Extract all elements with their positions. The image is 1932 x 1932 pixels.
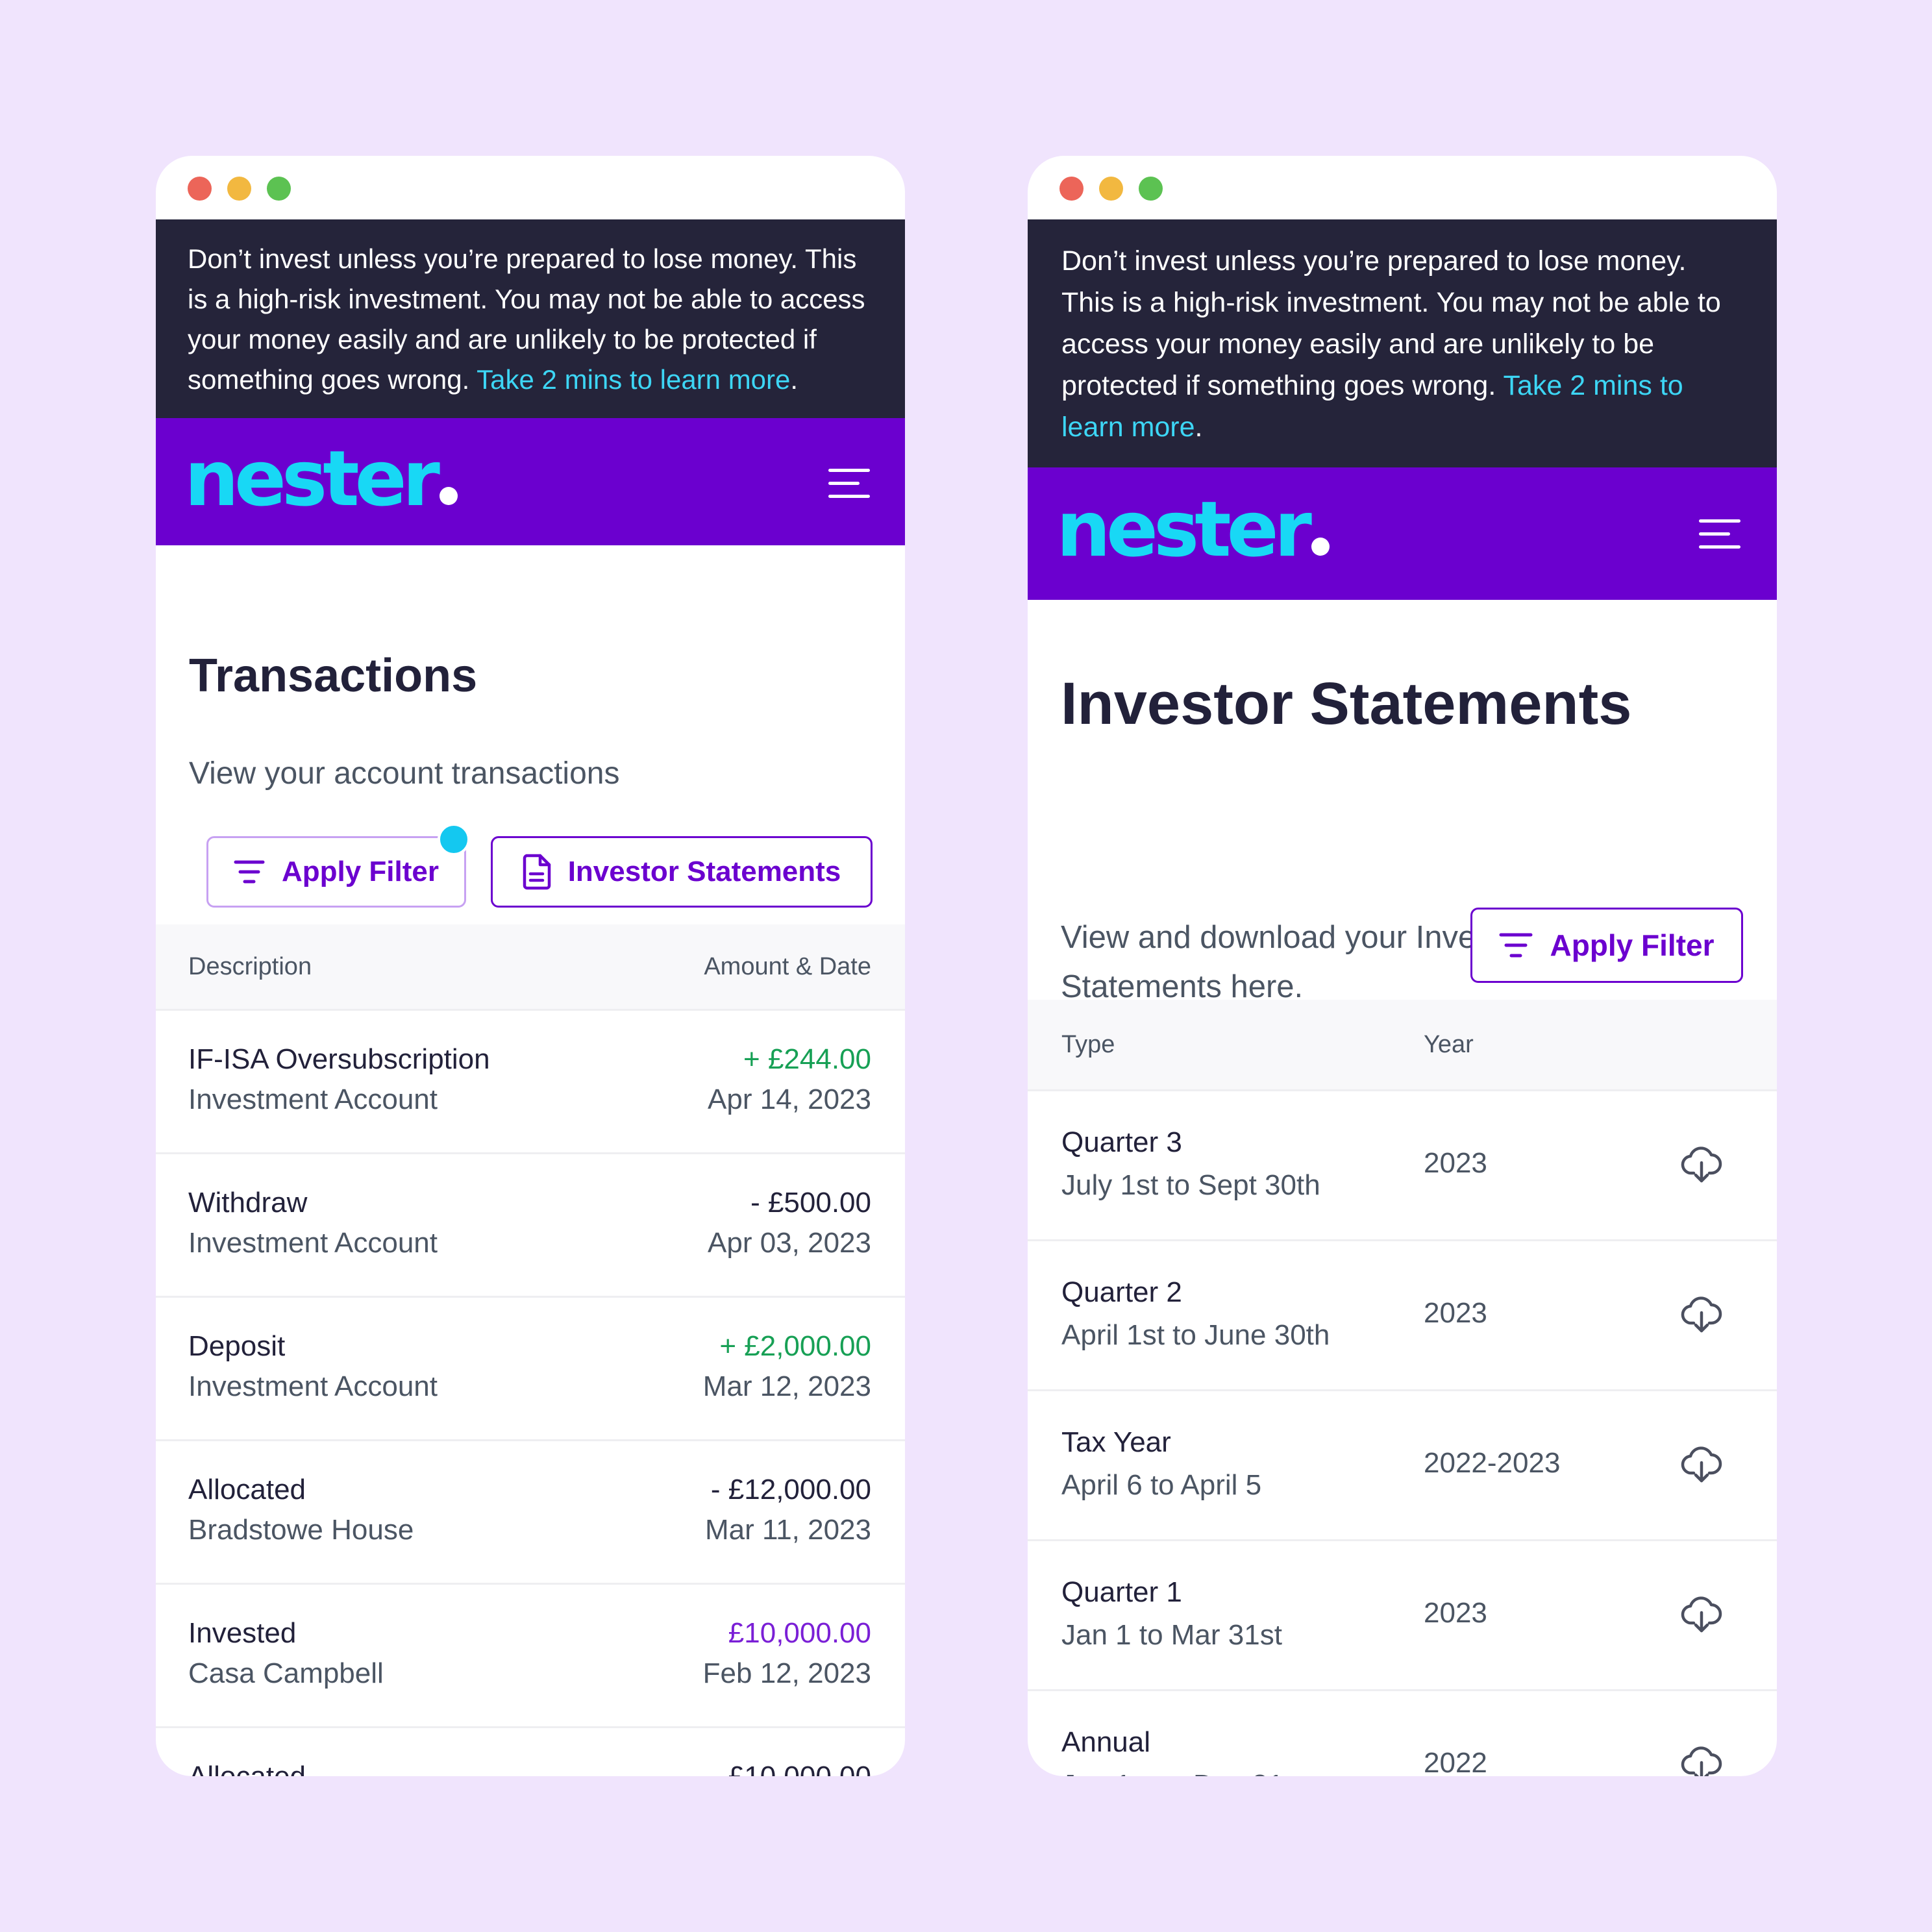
statement-title: Tax Year bbox=[1061, 1426, 1171, 1458]
column-type: Type bbox=[1061, 1031, 1115, 1058]
learn-more-link[interactable]: Take 2 mins to learn more bbox=[477, 364, 790, 395]
logo-dot bbox=[1311, 538, 1330, 556]
statement-title: Quarter 2 bbox=[1061, 1276, 1182, 1308]
statement-year: 2023 bbox=[1424, 1597, 1487, 1629]
transaction-date: Apr 14, 2023 bbox=[708, 1084, 871, 1115]
transaction-row[interactable]: Invested Casa Campbell £10,000.00 Feb 12, 2… bbox=[156, 1583, 905, 1726]
column-year: Year bbox=[1424, 1031, 1474, 1058]
transactions-window: Don’t invest unless you’re prepared to l… bbox=[156, 156, 905, 1776]
filter-icon bbox=[1499, 932, 1533, 959]
document-icon bbox=[523, 854, 551, 890]
transaction-account: Investment Account bbox=[188, 1084, 438, 1115]
transaction-amount: + £2,000.00 bbox=[719, 1330, 871, 1362]
transaction-amount: - £10,000.00 bbox=[711, 1761, 871, 1776]
transaction-title: IF-ISA Oversubscription bbox=[188, 1043, 490, 1075]
table-header: Description Amount & Date bbox=[156, 924, 905, 1009]
investor-statements-window: Don’t invest unless you’re prepared to l… bbox=[1028, 156, 1777, 1776]
window-titlebar bbox=[1028, 156, 1777, 219]
hamburger-menu-icon[interactable] bbox=[828, 469, 870, 498]
nester-logo[interactable]: nester bbox=[184, 436, 458, 521]
statement-row[interactable]: Quarter 2 April 1st to June 30th 2023 bbox=[1028, 1239, 1777, 1389]
risk-warning-banner: Don’t invest unless you’re prepared to l… bbox=[1028, 219, 1777, 467]
logo-dot bbox=[439, 487, 458, 505]
page-title: Transactions bbox=[189, 650, 478, 702]
maximize-window-button[interactable] bbox=[1139, 177, 1163, 201]
table-header: Type Year bbox=[1028, 1000, 1777, 1089]
download-icon[interactable] bbox=[1681, 1594, 1722, 1636]
transaction-row[interactable]: IF-ISA Oversubscription Investment Accoun… bbox=[156, 1009, 905, 1152]
investor-statements-label: Investor Statements bbox=[567, 856, 841, 887]
transaction-amount: - £500.00 bbox=[750, 1187, 871, 1219]
column-description: Description bbox=[188, 953, 312, 980]
transaction-title: Allocated bbox=[188, 1761, 306, 1776]
page-title: Investor Statements bbox=[1061, 671, 1632, 737]
statement-year: 2023 bbox=[1424, 1147, 1487, 1179]
transaction-title: Deposit bbox=[188, 1330, 286, 1362]
statement-period: Jan 1 to Mar 31st bbox=[1061, 1619, 1282, 1651]
statement-row[interactable]: Quarter 1 Jan 1 to Mar 31st 2023 bbox=[1028, 1539, 1777, 1689]
investor-statements-button[interactable]: Investor Statements bbox=[491, 836, 873, 908]
transaction-row[interactable]: Deposit Investment Account + £2,000.00 Mar … bbox=[156, 1296, 905, 1439]
statement-period: Jan 1st to Dec 31st bbox=[1061, 1769, 1306, 1776]
close-window-button[interactable] bbox=[1059, 177, 1084, 201]
logo-text: nester bbox=[1056, 484, 1312, 574]
download-icon[interactable] bbox=[1681, 1294, 1722, 1336]
nester-logo[interactable]: nester bbox=[1056, 487, 1330, 571]
statement-row[interactable]: Quarter 3 July 1st to Sept 30th 2023 bbox=[1028, 1089, 1777, 1239]
transaction-amount: - £12,000.00 bbox=[710, 1474, 871, 1505]
transaction-title: Allocated bbox=[188, 1474, 306, 1505]
column-amount-date: Amount & Date bbox=[704, 953, 871, 980]
statement-title: Quarter 1 bbox=[1061, 1576, 1182, 1608]
download-icon[interactable] bbox=[1681, 1444, 1722, 1486]
risk-warning-banner: Don’t invest unless you’re prepared to l… bbox=[156, 219, 905, 418]
transaction-row[interactable]: Allocated Bradstowe House - £12,000.00 Mar … bbox=[156, 1439, 905, 1583]
filter-icon bbox=[234, 859, 265, 885]
transaction-amount: + £244.00 bbox=[743, 1043, 871, 1075]
minimize-window-button[interactable] bbox=[227, 177, 251, 201]
risk-warning-end: . bbox=[1195, 412, 1203, 443]
apply-filter-button[interactable]: Apply Filter bbox=[206, 836, 466, 908]
filter-active-indicator bbox=[438, 823, 470, 856]
close-window-button[interactable] bbox=[188, 177, 212, 201]
maximize-window-button[interactable] bbox=[267, 177, 291, 201]
statement-period: April 6 to April 5 bbox=[1061, 1469, 1262, 1501]
transaction-amount: £10,000.00 bbox=[728, 1617, 871, 1649]
statement-row[interactable]: Annual Jan 1st to Dec 31st 2022 bbox=[1028, 1689, 1777, 1776]
minimize-window-button[interactable] bbox=[1099, 177, 1123, 201]
apply-filter-button[interactable]: Apply Filter bbox=[1470, 908, 1743, 983]
statement-row[interactable]: Tax Year April 6 to April 5 2022-2023 bbox=[1028, 1389, 1777, 1539]
statement-period: July 1st to Sept 30th bbox=[1061, 1169, 1320, 1201]
brand-header: nester bbox=[156, 418, 905, 545]
statement-period: April 1st to June 30th bbox=[1061, 1319, 1330, 1351]
transaction-date: Mar 12, 2023 bbox=[702, 1370, 871, 1402]
download-icon[interactable] bbox=[1681, 1145, 1722, 1186]
transaction-account: Casa Campbell bbox=[188, 1657, 384, 1689]
window-titlebar bbox=[156, 156, 905, 219]
transaction-row[interactable]: Allocated - £10,000.00 bbox=[156, 1726, 905, 1776]
transaction-title: Invested bbox=[188, 1617, 297, 1649]
hamburger-menu-icon[interactable] bbox=[1699, 519, 1740, 549]
statement-year: 2023 bbox=[1424, 1297, 1487, 1329]
download-icon[interactable] bbox=[1681, 1744, 1722, 1776]
logo-text: nester bbox=[184, 434, 440, 523]
transaction-date: Apr 03, 2023 bbox=[708, 1227, 871, 1259]
transaction-account: Investment Account bbox=[188, 1227, 438, 1259]
transaction-account: Bradstowe House bbox=[188, 1514, 414, 1546]
apply-filter-label: Apply Filter bbox=[281, 856, 440, 887]
transaction-date: Feb 12, 2023 bbox=[702, 1657, 871, 1689]
page-subtitle: View your account transactions bbox=[189, 756, 620, 791]
statement-title: Quarter 3 bbox=[1061, 1126, 1182, 1158]
statement-year: 2022 bbox=[1424, 1747, 1487, 1776]
statement-year: 2022-2023 bbox=[1424, 1447, 1561, 1479]
statement-title: Annual bbox=[1061, 1726, 1151, 1758]
transaction-row[interactable]: Withdraw Investment Account - £500.00 Apr 0… bbox=[156, 1152, 905, 1296]
apply-filter-label: Apply Filter bbox=[1550, 928, 1715, 962]
transaction-account: Investment Account bbox=[188, 1370, 438, 1402]
risk-warning-end: . bbox=[790, 364, 799, 395]
transaction-date: Mar 11, 2023 bbox=[704, 1514, 871, 1546]
transaction-title: Withdraw bbox=[188, 1187, 308, 1219]
brand-header: nester bbox=[1028, 467, 1777, 600]
